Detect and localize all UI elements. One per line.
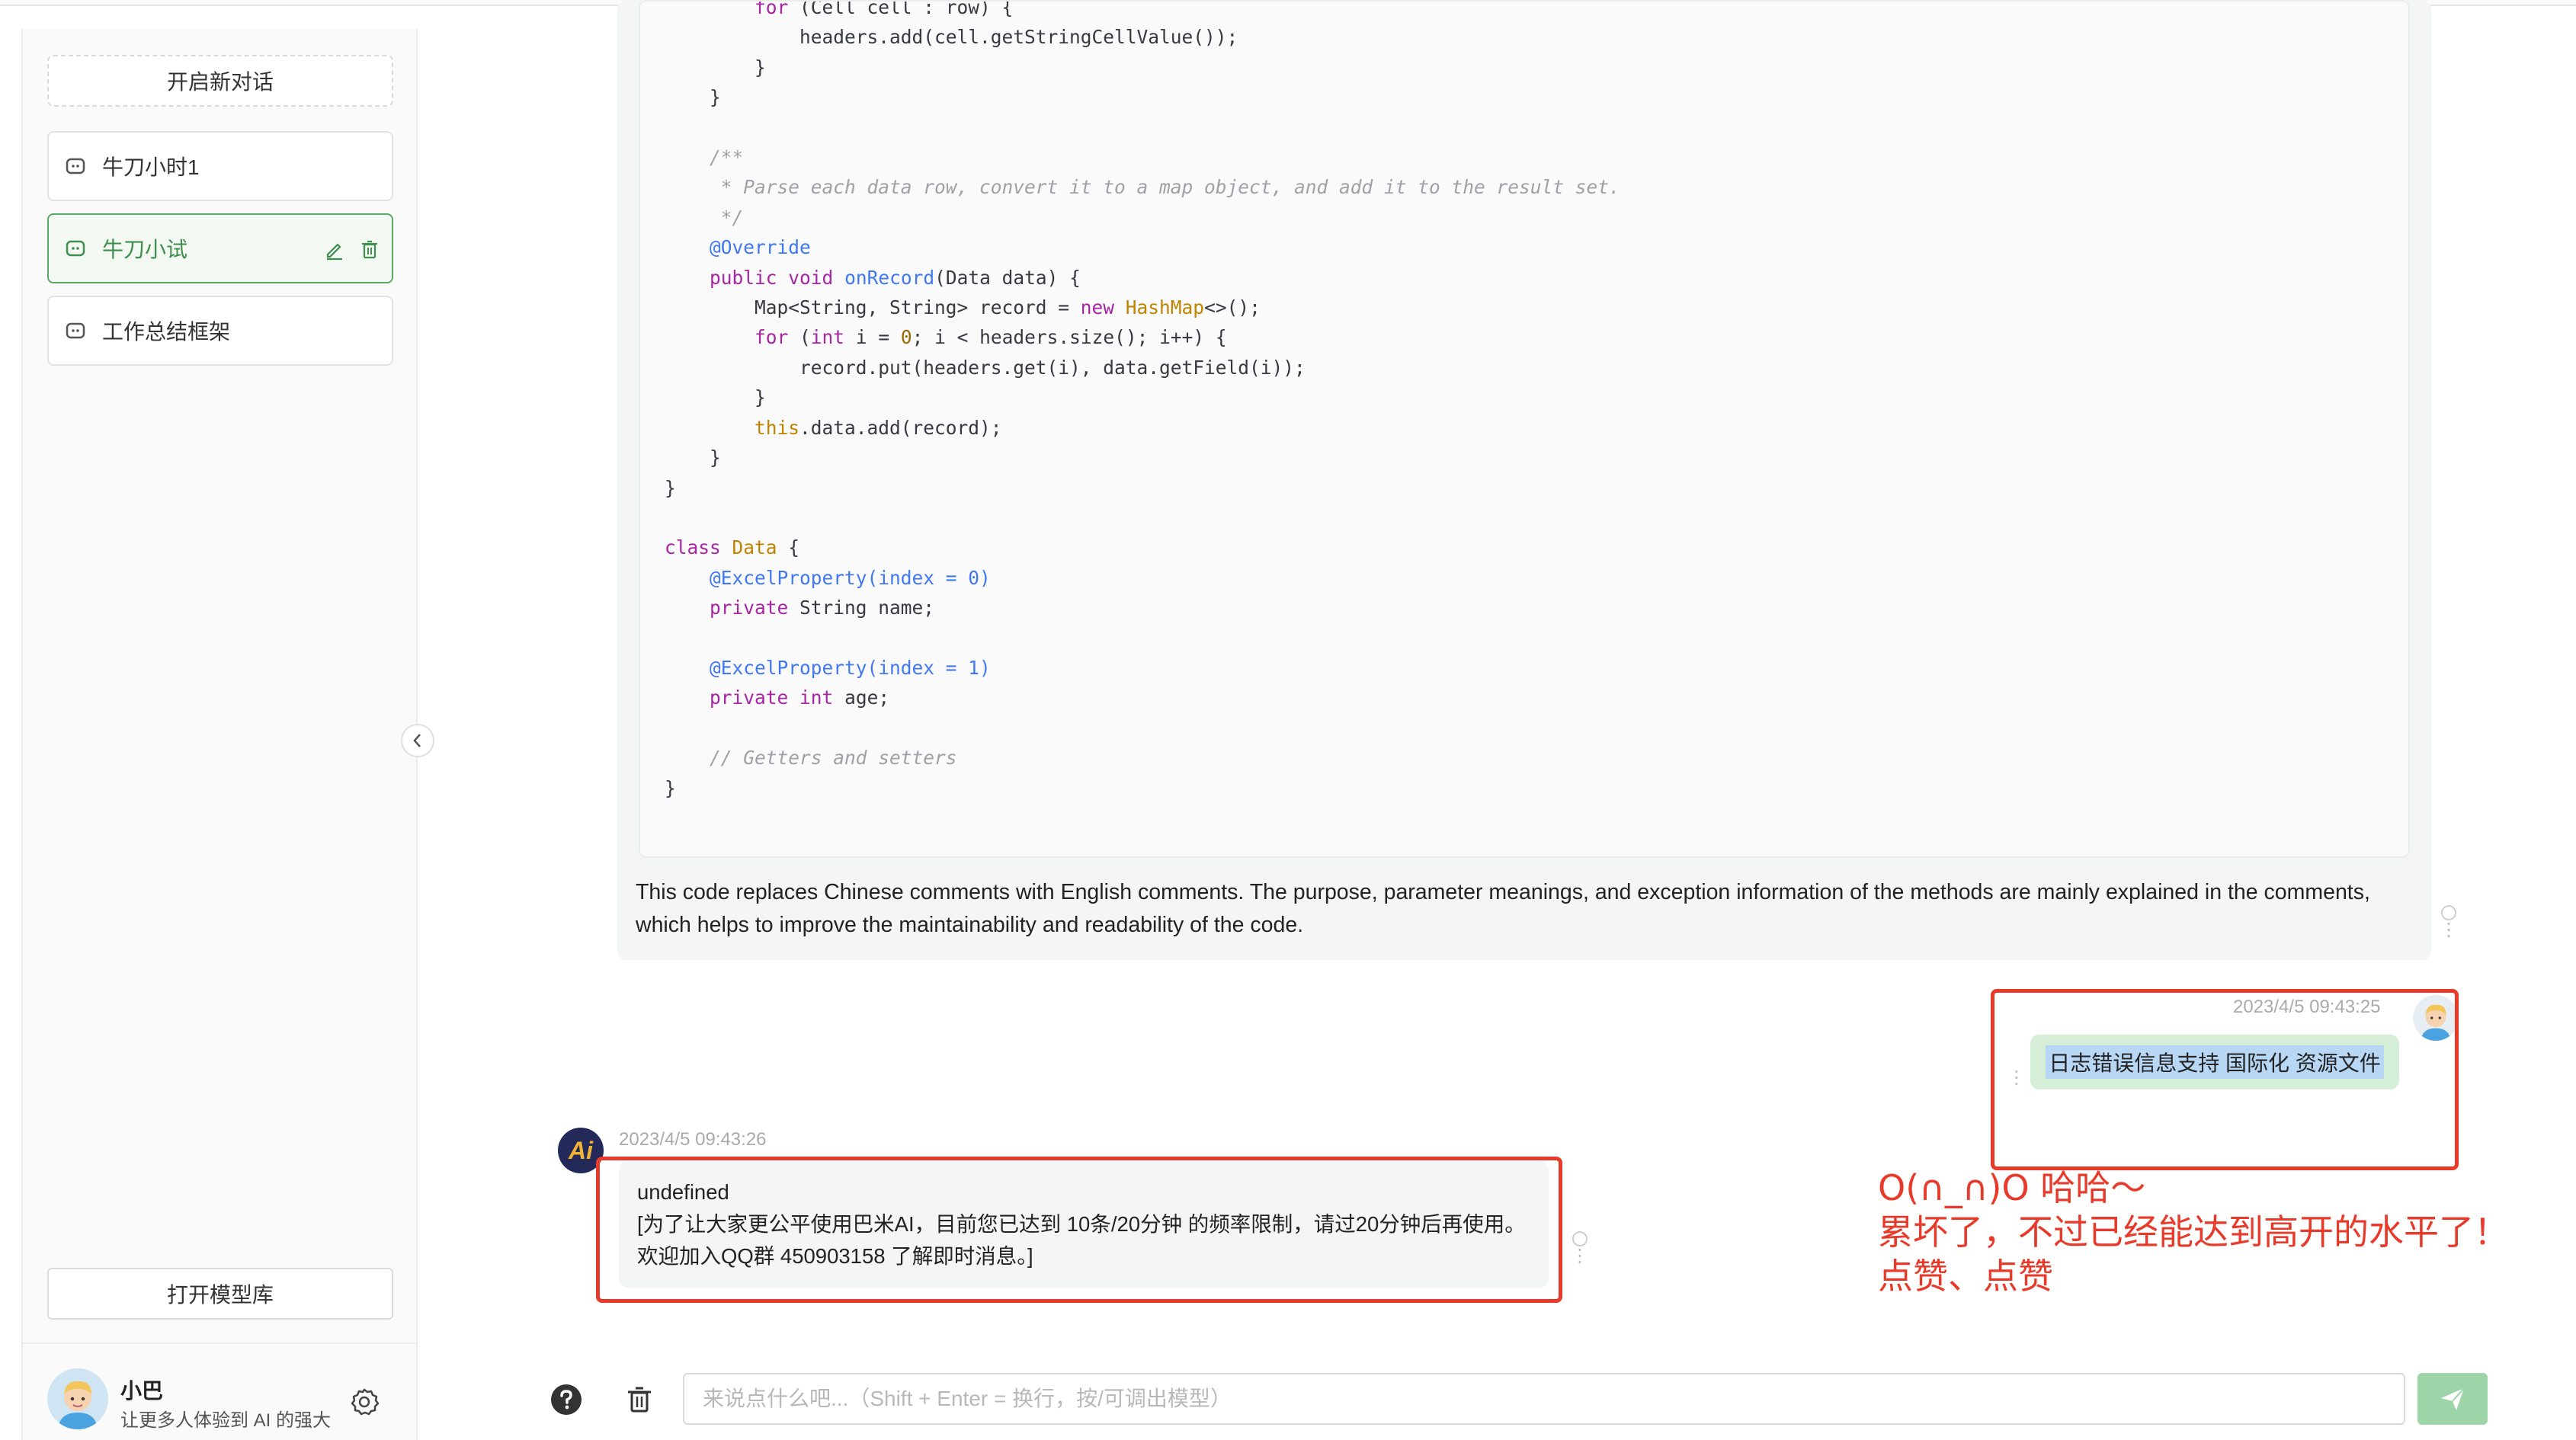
conversation-item[interactable]: 工作总结框架: [47, 296, 393, 366]
annotation-line: 点赞、点赞: [1878, 1256, 2053, 1297]
loading-ring-icon: [2441, 905, 2456, 920]
chat-bubble-icon: [66, 240, 85, 257]
conversation-item[interactable]: 牛刀小时1: [47, 131, 393, 201]
settings-gear-icon[interactable]: [349, 1387, 380, 1417]
chevron-left-icon: [413, 734, 421, 747]
divider: [23, 1342, 416, 1344]
conversation-title: 工作总结框架: [102, 320, 231, 344]
annotation-line: O(∩_∩)O 哈哈～: [1878, 1167, 2146, 1208]
help-icon[interactable]: [549, 1382, 584, 1417]
more-dots-icon[interactable]: ⋮: [2440, 921, 2458, 939]
avatar[interactable]: [47, 1368, 108, 1429]
edit-icon[interactable]: [323, 238, 346, 261]
clear-trash-icon[interactable]: [622, 1382, 657, 1417]
message-input[interactable]: [701, 1386, 2404, 1412]
annotation-box-ai-message: [596, 1157, 1562, 1303]
annotation-line: 累坏了，不过已经能达到高开的水平了！: [1878, 1211, 2509, 1253]
collapse-sidebar-button[interactable]: [401, 724, 434, 757]
send-plane-icon: [2441, 1387, 2465, 1410]
conversation-item-active[interactable]: 牛刀小试: [47, 213, 393, 283]
message-actions[interactable]: ⋮: [2440, 905, 2458, 951]
annotation-box-user-message: [1991, 989, 2459, 1170]
user-name: 小巴: [120, 1379, 164, 1403]
loading-ring-icon: [1572, 1231, 1588, 1246]
annotation-note: O(∩_∩)O 哈哈～ 累坏了，不过已经能达到高开的水平了！ 点赞、点赞: [1878, 1166, 2509, 1298]
send-button[interactable]: [2417, 1373, 2488, 1425]
user-description: 让更多人体验到 AI 的强大: [120, 1410, 332, 1431]
sidebar: 开启新对话 牛刀小时1 牛刀小试 工作总结框架 打开模型库 小巴 让更多人体验到…: [21, 29, 418, 1440]
code-explanation-text: This code replaces Chinese comments with…: [636, 880, 2370, 937]
bot-code-message: for (Cell cell : row) { headers.add(cell…: [617, 0, 2431, 960]
message-timestamp: 2023/4/5 09:43:26: [619, 1129, 767, 1150]
more-dots-icon[interactable]: ⋮: [1571, 1247, 1589, 1266]
chat-bubble-icon: [66, 158, 85, 174]
message-actions[interactable]: ⋮: [1571, 1231, 1589, 1277]
conversation-title: 牛刀小时1: [102, 155, 200, 179]
trash-icon[interactable]: [358, 238, 381, 261]
message-input-wrapper: [683, 1373, 2405, 1425]
new-chat-button[interactable]: 开启新对话: [47, 55, 393, 107]
chat-bubble-icon: [66, 322, 85, 339]
code-block: for (Cell cell : row) { headers.add(cell…: [639, 0, 2410, 858]
conversation-title: 牛刀小试: [102, 238, 188, 261]
open-model-library-button[interactable]: 打开模型库: [47, 1268, 393, 1320]
